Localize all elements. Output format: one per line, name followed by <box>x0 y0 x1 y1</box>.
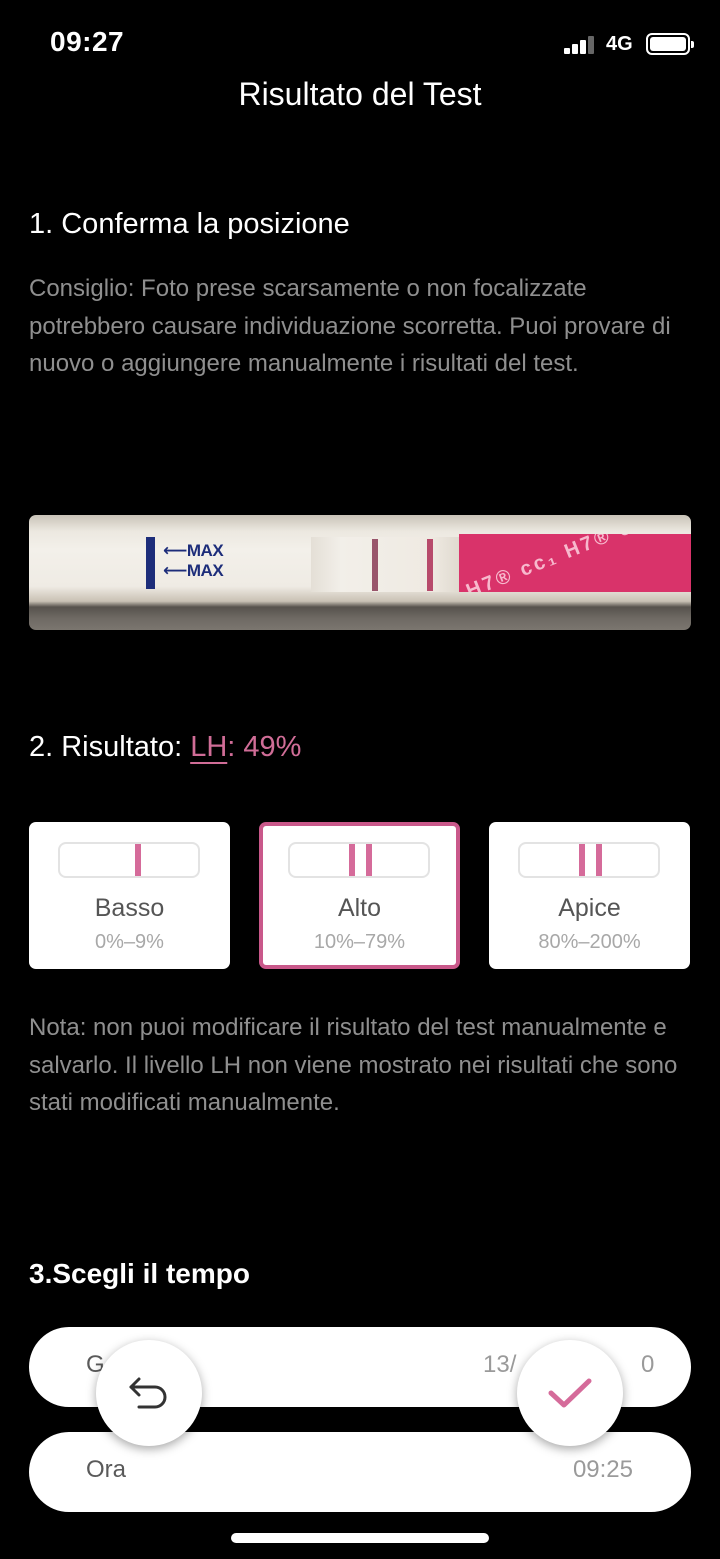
back-button[interactable] <box>96 1340 202 1446</box>
strip-max-label: ⟵MAX <box>163 541 224 560</box>
check-icon <box>548 1378 592 1408</box>
lh-link[interactable]: LH <box>190 731 227 763</box>
option-label: Basso <box>94 894 165 922</box>
mini-strip-icon <box>58 842 200 878</box>
time-value: 09:25 <box>572 1456 633 1483</box>
option-card-basso[interactable]: Basso 0%–9% <box>29 822 230 969</box>
signal-icon <box>564 34 598 54</box>
option-card-alto[interactable]: Alto 10%–79% <box>259 822 460 969</box>
page-title: Risultato del Test <box>238 76 482 112</box>
result-prefix: 2. Risultato: <box>29 731 191 763</box>
undo-icon <box>129 1377 167 1409</box>
home-indicator[interactable] <box>231 1533 489 1543</box>
battery-icon <box>646 33 694 55</box>
strip-test-line <box>427 539 433 591</box>
option-range: 80%–200% <box>538 931 641 953</box>
mini-strip-icon <box>518 842 660 878</box>
option-range: 0%–9% <box>95 931 164 953</box>
section1-heading: 1. Conferma la posizione <box>29 208 350 240</box>
option-card-apice[interactable]: Apice 80%–200% <box>489 822 690 969</box>
option-range: 10%–79% <box>313 931 406 953</box>
status-time: 09:27 <box>50 26 125 57</box>
strip-control-line <box>372 539 378 591</box>
strip-max-label: ⟵MAX <box>163 561 224 580</box>
strip-blue-marker <box>146 537 155 589</box>
section3-heading: 3.Scegli il tempo <box>29 1258 250 1289</box>
confirm-button[interactable] <box>517 1340 623 1446</box>
option-label: Alto <box>337 894 382 922</box>
date-value-tail: 0 <box>641 1351 655 1378</box>
strip-result-window <box>311 537 461 592</box>
network-type: 4G <box>606 33 633 55</box>
time-row[interactable]: Ora 09:25 <box>29 1432 691 1512</box>
status-bar: 09:27 4G <box>0 0 720 88</box>
time-label: Ora <box>86 1456 127 1483</box>
note-text: Nota: non puoi modificare il risultato d… <box>29 1014 678 1116</box>
option-label: Apice <box>558 894 621 922</box>
date-value: 13/ <box>483 1351 517 1378</box>
strip-handle-text: H7® cc₁ H7® cc₁ H7® <box>463 534 691 592</box>
result-heading: 2. Risultato: LH: 49% <box>29 731 301 764</box>
lh-value: : 49% <box>227 731 302 763</box>
mini-strip-icon <box>288 842 430 878</box>
strip-handle: H7® cc₁ H7® cc₁ H7® <box>459 534 691 592</box>
tip-text: Consiglio: Foto prese scarsamente o non … <box>29 275 671 377</box>
test-strip-photo: ⟵MAX ⟵MAX H7® cc₁ H7® cc₁ H7® <box>29 515 691 630</box>
